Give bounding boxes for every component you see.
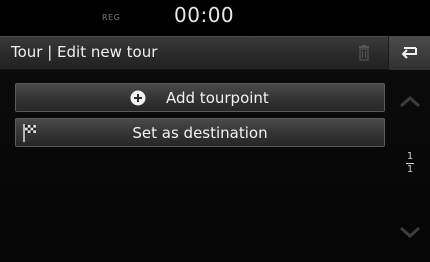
plus-circle-icon bbox=[130, 90, 146, 106]
scroll-up-button[interactable] bbox=[390, 90, 430, 114]
back-arrow-icon bbox=[401, 47, 417, 59]
set-destination-button[interactable]: Set as destination bbox=[15, 118, 385, 147]
status-bar: REG 00:00 bbox=[0, 0, 430, 36]
page-title: Tour | Edit new tour bbox=[11, 43, 158, 61]
trash-icon bbox=[359, 45, 369, 61]
page-total: 1 bbox=[406, 164, 414, 175]
reg-indicator: REG bbox=[102, 13, 121, 22]
clock: 00:00 bbox=[174, 3, 235, 27]
scroll-down-button[interactable] bbox=[390, 220, 430, 244]
tour-list: Add tourpoint Set as destination bbox=[0, 70, 430, 262]
chevron-up-icon bbox=[400, 95, 420, 108]
set-destination-label: Set as destination bbox=[132, 124, 268, 142]
page-current: 1 bbox=[406, 151, 414, 162]
chevron-down-icon bbox=[400, 226, 420, 239]
page-indicator: 1 1 bbox=[390, 152, 430, 175]
delete-button[interactable] bbox=[344, 37, 384, 69]
title-bar: Tour | Edit new tour bbox=[0, 36, 430, 70]
add-tourpoint-button[interactable]: Add tourpoint bbox=[15, 83, 385, 112]
add-tourpoint-label: Add tourpoint bbox=[166, 89, 269, 107]
back-button[interactable] bbox=[388, 36, 430, 70]
scroll-controls: 1 1 bbox=[390, 70, 430, 262]
